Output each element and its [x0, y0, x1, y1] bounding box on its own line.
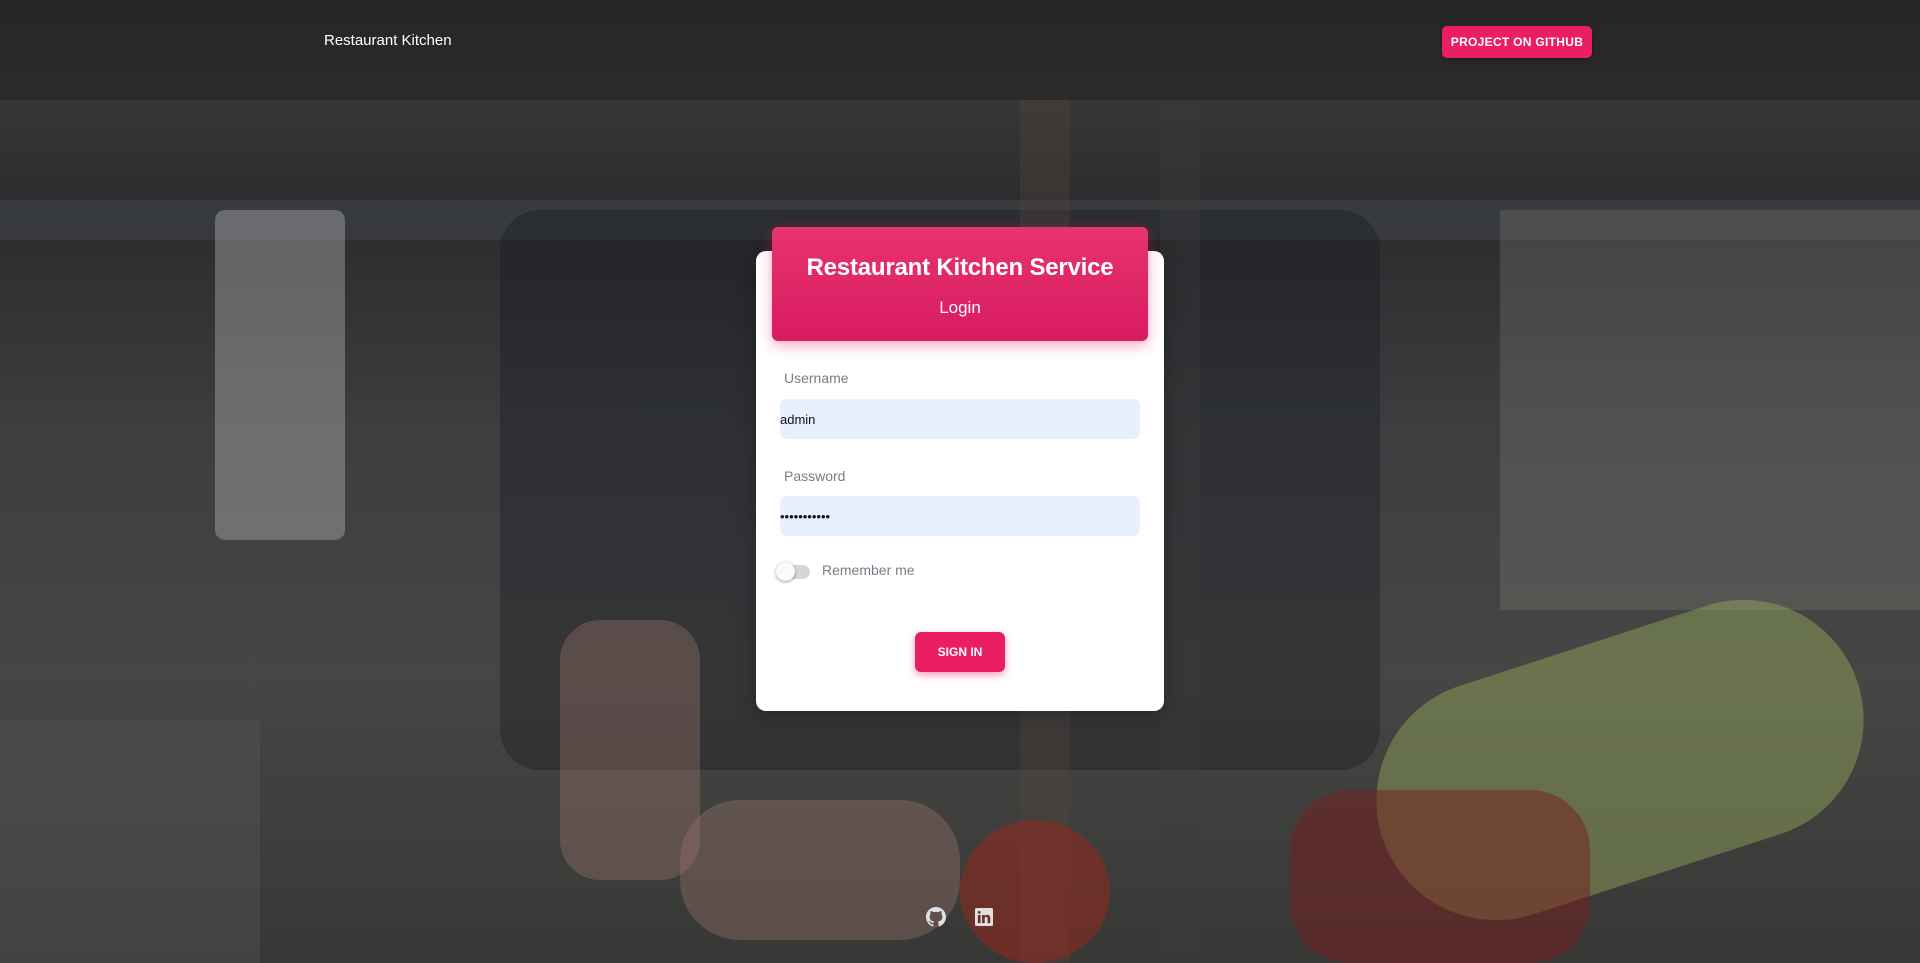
password-label: Password: [784, 468, 846, 484]
navbar: Restaurant Kitchen PROJECT ON GITHUB: [0, 0, 1920, 82]
toggle-knob: [776, 562, 795, 581]
remember-me-label: Remember me: [822, 562, 915, 578]
brand-link[interactable]: Restaurant Kitchen: [324, 32, 452, 49]
username-label: Username: [784, 370, 849, 386]
linkedin-icon[interactable]: [973, 906, 995, 928]
username-input[interactable]: [780, 399, 1140, 439]
sign-in-button[interactable]: SIGN IN: [915, 632, 1005, 672]
card-subtitle: Login: [939, 298, 981, 317]
remember-me-toggle[interactable]: [776, 562, 810, 581]
password-input[interactable]: [780, 496, 1140, 536]
github-icon[interactable]: [925, 906, 947, 928]
project-on-github-button[interactable]: PROJECT ON GITHUB: [1442, 26, 1592, 58]
card-title: Restaurant Kitchen Service: [806, 254, 1114, 281]
login-card-header: Restaurant Kitchen Service Login: [772, 227, 1148, 341]
